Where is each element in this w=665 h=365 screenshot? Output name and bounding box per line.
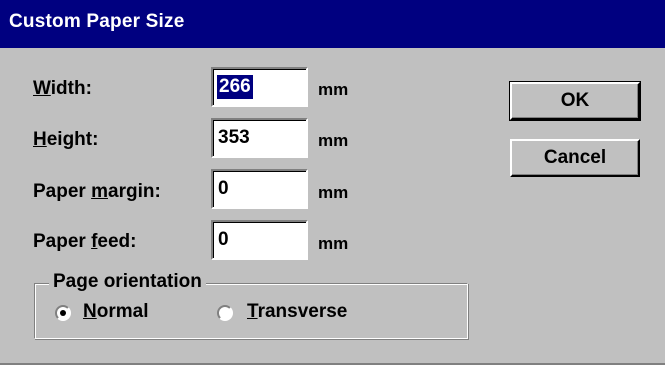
page-orientation-group: Page orientation Normal Transverse <box>34 271 468 339</box>
width-field[interactable]: 266 <box>211 67 308 107</box>
radio-selected-dot <box>60 310 66 316</box>
width-value-selected[interactable]: 266 <box>217 75 253 99</box>
transverse-radio[interactable] <box>217 305 233 321</box>
paper-margin-field[interactable] <box>211 169 308 209</box>
width-label: Width: <box>33 78 92 99</box>
paper-margin-label: Paper margin: <box>33 181 161 202</box>
height-unit: mm <box>318 131 349 150</box>
height-input[interactable] <box>216 124 306 152</box>
height-field[interactable] <box>211 118 308 158</box>
ok-button[interactable]: OK <box>509 81 641 121</box>
paper-margin-input[interactable] <box>216 175 306 203</box>
transverse-radio-label[interactable]: Transverse <box>247 301 347 323</box>
cancel-button[interactable]: Cancel <box>510 139 640 177</box>
title-bar[interactable]: Custom Paper Size <box>0 0 665 48</box>
paper-feed-unit: mm <box>318 234 349 253</box>
width-unit: mm <box>318 80 349 99</box>
page-orientation-legend: Page orientation <box>49 271 206 293</box>
paper-margin-unit: mm <box>318 183 349 202</box>
paper-feed-label: Paper feed: <box>33 231 137 252</box>
custom-paper-size-dialog: Custom Paper Size Width: 266 mm Height: … <box>0 0 665 365</box>
dialog-title: Custom Paper Size <box>9 11 185 32</box>
normal-radio-label[interactable]: Normal <box>83 301 148 323</box>
height-label: Height: <box>33 129 99 150</box>
paper-feed-input[interactable] <box>216 226 306 254</box>
paper-feed-field[interactable] <box>211 220 308 260</box>
normal-radio[interactable] <box>55 305 71 321</box>
